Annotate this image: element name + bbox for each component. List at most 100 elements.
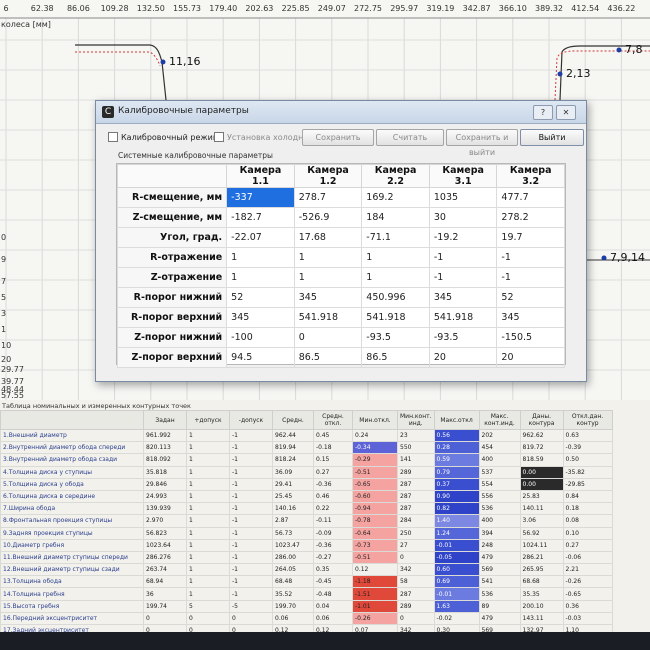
value-cell[interactable]: -1 <box>496 267 565 288</box>
value-cell[interactable]: -19.2 <box>428 227 498 248</box>
table-row[interactable]: 1.Внешний диаметр 961.992 1 -1 962.44 0.45 0.2… <box>0 428 613 443</box>
row-header: R-смещение, мм <box>116 187 228 208</box>
value-cell[interactable]: 1 <box>361 247 430 268</box>
table-row[interactable]: 5.Толщина диска у обода 29.846 1 -1 29.41 -0.… <box>0 477 613 491</box>
value-cell[interactable]: 1 <box>293 247 363 268</box>
value-cell[interactable]: 86.5 <box>293 347 363 368</box>
value-cell: 0.00 <box>519 465 564 479</box>
table-row[interactable]: 4.Толщина диска у ступицы 35.818 1 -1 36.09 0… <box>0 465 613 479</box>
value-cell: 1.40 <box>433 514 480 528</box>
value-cell[interactable]: 541.918 <box>361 307 430 328</box>
value-cell: -1 <box>229 465 273 479</box>
value-cell[interactable]: 20 <box>496 347 565 368</box>
table-row[interactable]: 12.Внешний диаметр ступицы сзади 263.74 1-… <box>0 563 613 577</box>
table-row[interactable]: 13.Толщина обода 68.94 1 -1 68.48 -0.45 -1.18 5… <box>0 575 613 589</box>
value-cell[interactable]: 0 <box>293 327 363 348</box>
x-tick-label: 319.19 <box>426 4 454 13</box>
point-label: 11,16 <box>169 55 201 68</box>
table-row[interactable]: 2.Внутренний диаметр обода спереди 820.11… <box>0 441 613 455</box>
value-cell[interactable]: 345 <box>428 287 498 308</box>
help-button[interactable]: ? <box>533 105 553 120</box>
x-tick-label: 412.54 <box>571 4 599 13</box>
value-cell: 0.63 <box>562 428 613 443</box>
calibration-mode-checkbox[interactable]: Калибровочный режим <box>108 132 219 142</box>
checkbox-box[interactable] <box>214 132 224 142</box>
value-cell[interactable]: 184 <box>361 207 430 228</box>
table-row[interactable]: 10.Диаметр гребня 1023.64 1 -1 1023.47 -0.36-… <box>0 538 613 552</box>
table-row[interactable]: 3.Внутренний диаметр обода сзади 818.092 1… <box>0 453 613 467</box>
measurements-title: Таблица номинальных и измеренных контурн… <box>2 402 191 410</box>
value-cell: 1 <box>186 489 230 504</box>
value-cell: 29.41 <box>272 477 314 491</box>
value-cell[interactable]: -93.5 <box>361 327 430 348</box>
table-row[interactable]: 9.Задняя проекция ступицы 56.823 1 -1 56.73-… <box>0 526 613 540</box>
column-header: Задан <box>143 410 187 430</box>
value-cell[interactable]: 17.68 <box>293 227 363 248</box>
value-cell[interactable]: -526.9 <box>293 207 363 228</box>
cold-install-checkbox[interactable]: Установка холодная <box>214 132 313 142</box>
value-cell[interactable]: -93.5 <box>428 327 498 348</box>
value-cell[interactable]: -100 <box>226 327 295 348</box>
value-cell[interactable]: -22.07 <box>226 227 295 248</box>
table-row[interactable]: 6.Толщина диска в середине 24.993 1 -1 25.45… <box>0 489 613 504</box>
value-cell[interactable]: 1 <box>293 267 363 288</box>
value-cell[interactable]: 52 <box>496 287 565 308</box>
value-cell[interactable]: 450.996 <box>361 287 430 308</box>
value-cell[interactable]: -337 <box>226 187 295 208</box>
value-cell[interactable]: 541.918 <box>428 307 498 328</box>
value-cell: 0.90 <box>433 489 480 504</box>
row-name: 15.Высота гребня <box>0 599 144 613</box>
value-cell: -1.51 <box>352 587 398 601</box>
value-cell[interactable]: 30 <box>428 207 498 228</box>
value-cell[interactable]: -1 <box>428 267 498 288</box>
value-cell[interactable]: 278.7 <box>293 187 363 208</box>
value-cell[interactable]: 169.2 <box>361 187 430 208</box>
dialog-title: Калибровочные параметры <box>118 106 249 116</box>
value-cell[interactable]: -1 <box>428 247 498 268</box>
table-row[interactable]: 16.Передний эксцентриситет 0 0 0 0.06 0.06 -0.… <box>0 611 613 626</box>
value-cell[interactable]: 1035 <box>428 187 498 208</box>
contour-point <box>557 71 563 77</box>
x-tick-label: 109.28 <box>101 4 129 13</box>
close-button[interactable]: ✕ <box>556 105 576 120</box>
table-row[interactable]: 7.Ширина обода 139.939 1 -1 140.16 0.22 -0.94 2… <box>0 502 613 516</box>
table-row[interactable]: 15.Высота гребня 199.74 5 -5 199.70 0.04 -1.01… <box>0 599 613 613</box>
value-cell: 0.45 <box>313 428 353 443</box>
value-cell[interactable]: 345 <box>293 287 363 308</box>
value-cell[interactable]: 19.7 <box>496 227 565 248</box>
value-cell[interactable]: 86.5 <box>361 347 430 368</box>
value-cell[interactable]: 94.5 <box>226 347 295 368</box>
value-cell[interactable]: 1 <box>226 247 295 268</box>
value-cell[interactable]: -1 <box>496 247 565 268</box>
value-cell[interactable]: 52 <box>226 287 295 308</box>
value-cell[interactable]: 1 <box>361 267 430 288</box>
value-cell[interactable]: -182.7 <box>226 207 295 228</box>
value-cell[interactable]: -150.5 <box>496 327 565 348</box>
y-tick-label: 9 <box>1 255 6 264</box>
save-button[interactable]: Сохранить <box>302 129 374 146</box>
table-row[interactable]: 11.Внешний диаметр ступицы спереди 286.27… <box>0 550 613 565</box>
checkbox-box[interactable] <box>108 132 118 142</box>
value-cell[interactable]: 345 <box>226 307 295 328</box>
value-cell[interactable]: 345 <box>496 307 565 328</box>
value-cell: 820.113 <box>143 441 187 455</box>
value-cell[interactable]: -71.1 <box>361 227 430 248</box>
value-cell[interactable]: 477.7 <box>496 187 565 208</box>
table-row[interactable]: 8.Фронтальная проекция ступицы 2.970 1 -1 2.… <box>0 514 613 528</box>
value-cell: 0.27 <box>313 465 353 479</box>
exit-button[interactable]: Выйти <box>520 129 584 146</box>
value-cell[interactable]: 541.918 <box>293 307 363 328</box>
contour-tolerance-line <box>75 51 161 67</box>
x-tick-label: 86.06 <box>67 4 90 13</box>
row-name: 13.Толщина обода <box>0 575 144 589</box>
read-button[interactable]: Считать <box>376 129 444 146</box>
value-cell: 24.993 <box>143 489 187 504</box>
value-cell: 23 <box>397 428 435 443</box>
table-row[interactable]: 14.Толщина гребня 36 1 -1 35.52 -0.48 -1.51 287… <box>0 587 613 601</box>
value-cell: 394 <box>478 526 521 540</box>
save-exit-button[interactable]: Сохранить и выйти <box>446 129 518 157</box>
value-cell[interactable]: 1 <box>226 267 295 288</box>
value-cell[interactable]: 278.2 <box>496 207 565 228</box>
value-cell: 541 <box>478 575 521 589</box>
value-cell[interactable]: 20 <box>428 347 498 368</box>
